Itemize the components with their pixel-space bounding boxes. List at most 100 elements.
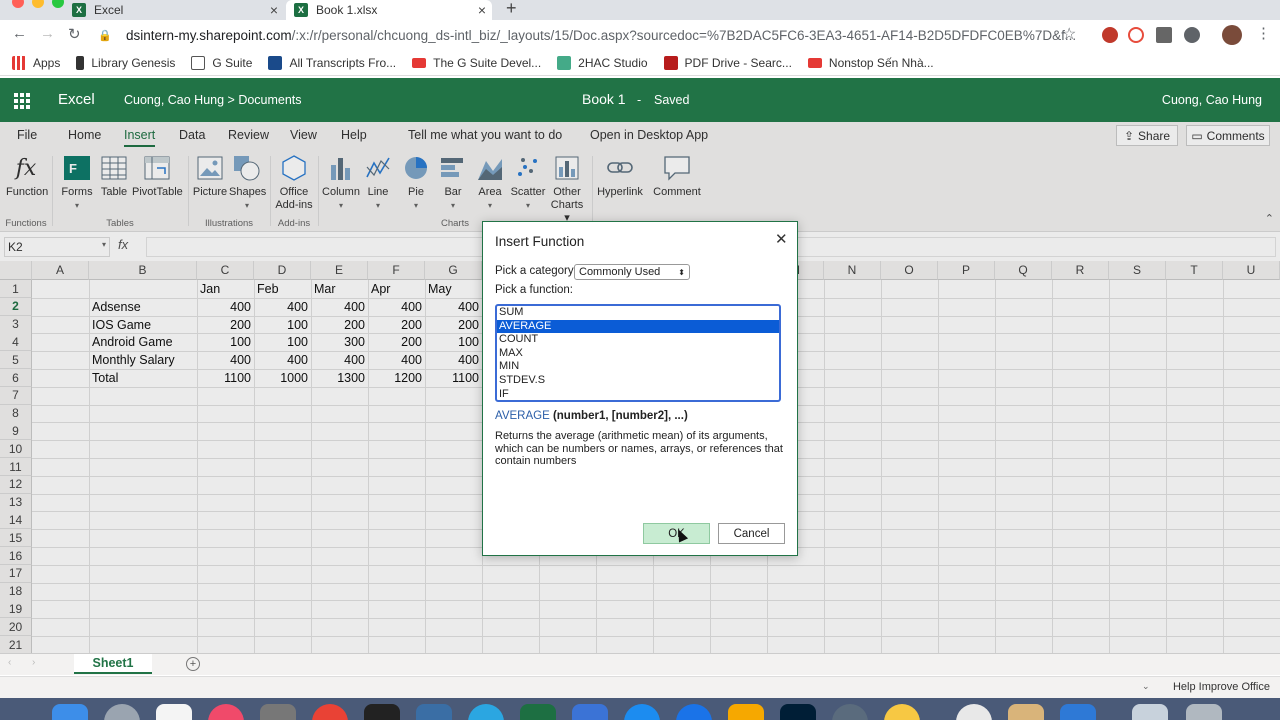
function-list-item[interactable]: STDEV.S [497, 374, 779, 388]
breadcrumb[interactable]: Cuong, Cao Hung > Documents [124, 93, 302, 107]
scroll-right-icon[interactable]: › [32, 657, 35, 668]
launchpad-icon[interactable] [104, 704, 140, 720]
reload-icon[interactable]: ↻ [68, 25, 81, 43]
four-icon [268, 55, 283, 70]
bookmark-apps[interactable]: Apps [12, 55, 60, 70]
chevron-down-icon[interactable]: ⌄ [1142, 681, 1150, 692]
extension-icon[interactable] [1184, 27, 1200, 43]
status-bar: ⌄ Help Improve Office [0, 676, 1280, 698]
lock-icon: 🔒 [98, 29, 112, 42]
app-launcher-icon[interactable] [14, 93, 30, 109]
category-select[interactable]: Commonly Used ⬍ [574, 264, 690, 280]
document-title[interactable]: Book 1 [582, 91, 626, 107]
folder-icon[interactable] [1132, 704, 1168, 720]
safari-icon[interactable] [624, 704, 660, 720]
user-name[interactable]: Cuong, Cao Hung [1162, 93, 1262, 107]
updown-chevron-icon: ⬍ [678, 267, 685, 277]
function-signature: AVERAGE (number1, [number2], ...) [495, 410, 688, 422]
function-label: Pick a function: [495, 284, 573, 296]
calendar-icon[interactable] [156, 704, 192, 720]
avatar[interactable] [1222, 25, 1242, 45]
app-name[interactable]: Excel [58, 91, 95, 108]
back-icon[interactable]: ← [12, 25, 27, 42]
music-icon[interactable] [208, 704, 244, 720]
window-zoom-dot[interactable] [52, 0, 64, 8]
close-tab-icon[interactable]: × [270, 2, 278, 18]
title-separator: - [637, 93, 642, 107]
window-close-dot[interactable] [12, 0, 24, 8]
extension-icon[interactable] [1128, 27, 1144, 43]
app-dock-icon[interactable] [676, 704, 712, 720]
save-status: Saved [654, 93, 690, 107]
settings-icon[interactable] [260, 704, 296, 720]
app-dock-icon[interactable] [1008, 704, 1044, 720]
browser-tab-book1[interactable]: X Book 1.xlsx × [286, 0, 492, 20]
photos-icon[interactable] [956, 704, 992, 720]
function-list-item[interactable]: IF [497, 388, 779, 400]
help-improve-office-link[interactable]: Help Improve Office [1173, 681, 1270, 693]
bookmark-library-genesis[interactable]: Library Genesis [76, 55, 175, 70]
function-list-item[interactable]: SUM [497, 306, 779, 320]
library-icon [76, 55, 85, 70]
sheet-tab-sheet1[interactable]: Sheet1 [74, 654, 152, 674]
excel-icon: X [72, 3, 86, 17]
chrome-icon[interactable] [312, 704, 348, 720]
new-tab-icon[interactable]: + [506, 0, 517, 19]
function-description: Returns the average (arithmetic mean) of… [495, 430, 783, 467]
forward-icon[interactable]: → [40, 25, 55, 42]
function-list-item[interactable]: MAX [497, 347, 779, 361]
apps-grid-icon [12, 55, 26, 70]
cancel-button[interactable]: Cancel [718, 523, 785, 544]
app-dock-icon[interactable] [728, 704, 764, 720]
excel-dock-icon[interactable] [520, 704, 556, 720]
youtube-icon [412, 57, 427, 68]
bookmark-all-transcripts[interactable]: All Transcripts Fro... [268, 55, 396, 70]
app-dock-icon[interactable] [572, 704, 608, 720]
bird-icon [557, 55, 572, 70]
browser-tab-strip: X Excel × X Book 1.xlsx × + [0, 0, 1280, 20]
function-list-item[interactable]: COUNT [497, 333, 779, 347]
extension-icon[interactable] [1156, 27, 1172, 43]
pdf-icon [663, 55, 678, 70]
window-minimize-dot[interactable] [32, 0, 44, 8]
sheet-tabs-bar: ‹ › Sheet1 + [0, 653, 1280, 675]
bookmarks-bar: Apps Library Genesis G Suite All Transcr… [0, 50, 1280, 76]
extension-icon[interactable] [1102, 27, 1118, 43]
mac-dock [0, 698, 1280, 720]
add-sheet-icon[interactable]: + [186, 657, 200, 671]
bookmark-nonstop[interactable]: Nonstop Sến Nhà... [807, 56, 934, 70]
close-tab-icon[interactable]: × [478, 2, 486, 18]
tab-title: Excel [94, 3, 124, 17]
url-host: dsintern-my.sharepoint.com [126, 27, 292, 43]
function-list[interactable]: SUM AVERAGE COUNT MAX MIN STDEV.S IF [495, 304, 781, 402]
more-menu-icon[interactable]: ⋮ [1256, 24, 1271, 42]
terminal-icon[interactable] [364, 704, 400, 720]
bookmark-g-suite-devel[interactable]: The G Suite Devel... [412, 56, 541, 70]
app-dock-icon[interactable] [884, 704, 920, 720]
bookmark-pdf-drive[interactable]: PDF Drive - Searc... [663, 55, 792, 70]
url-path: /:x:/r/personal/chcuong_ds-intl_biz/_lay… [291, 27, 1077, 43]
folder-icon [191, 55, 206, 70]
scroll-left-icon[interactable]: ‹ [8, 657, 11, 668]
close-icon[interactable]: ✕ [775, 230, 788, 248]
insert-function-dialog: Insert Function ✕ Pick a category: Commo… [482, 221, 798, 556]
function-list-item[interactable]: MIN [497, 360, 779, 374]
finder-icon[interactable] [52, 704, 88, 720]
address-bar-row: ← → ↻ 🔒 dsintern-my.sharepoint.com /:x:/… [0, 20, 1280, 50]
signature-name: AVERAGE [495, 410, 550, 422]
photoshop-icon[interactable] [780, 704, 816, 720]
dialog-title: Insert Function [495, 234, 585, 249]
bookmark-2hac-studio[interactable]: 2HAC Studio [557, 55, 648, 70]
app-dock-icon[interactable] [1060, 704, 1096, 720]
bookmark-g-suite[interactable]: G Suite [191, 55, 252, 70]
category-label: Pick a category: [495, 265, 577, 277]
app-dock-icon[interactable] [832, 704, 868, 720]
url-field[interactable]: 🔒 dsintern-my.sharepoint.com /:x:/r/pers… [98, 23, 1088, 47]
bookmark-star-icon[interactable]: ☆ [1062, 24, 1076, 44]
function-list-item[interactable]: AVERAGE [497, 319, 779, 334]
browser-tab-excel[interactable]: X Excel × [72, 0, 278, 20]
trash-icon[interactable] [1186, 704, 1222, 720]
excel-icon: X [294, 3, 308, 17]
vscode-icon[interactable] [416, 704, 452, 720]
appstore-icon[interactable] [468, 704, 504, 720]
